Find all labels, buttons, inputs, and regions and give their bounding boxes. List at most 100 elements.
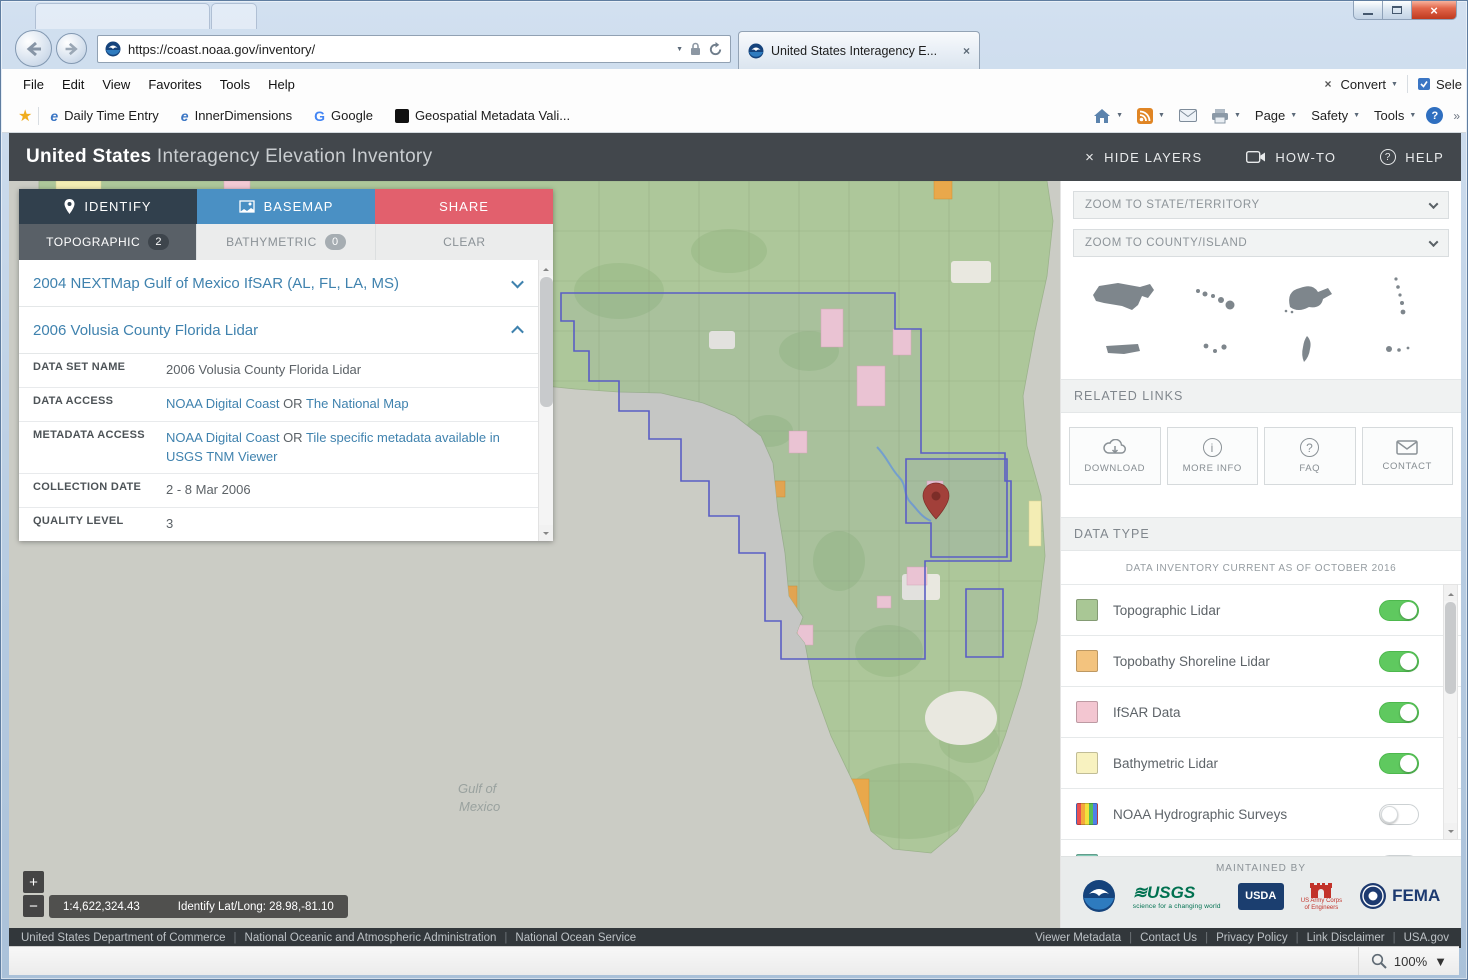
menu-edit[interactable]: Edit — [53, 72, 93, 97]
faq-button[interactable]: ? FAQ — [1264, 427, 1356, 485]
home-button[interactable]: ▼ — [1089, 108, 1127, 124]
legend-toggle[interactable] — [1379, 804, 1419, 825]
favorites-star-icon[interactable]: ★ — [12, 106, 38, 126]
help-icon: ? — [1380, 149, 1396, 165]
footer-link-commerce[interactable]: United States Department of Commerce — [21, 932, 226, 944]
tab-close-icon[interactable]: × — [963, 44, 970, 58]
usda-logo[interactable]: USDA — [1238, 883, 1284, 910]
territory-guam[interactable] — [1300, 335, 1314, 363]
noaa-digital-coast-metadata-link[interactable]: NOAA Digital Coast — [166, 430, 279, 445]
territory-northern-marianas[interactable] — [1390, 275, 1408, 319]
print-button[interactable]: ▼ — [1207, 108, 1245, 124]
noaa-digital-coast-link[interactable]: NOAA Digital Coast — [166, 396, 279, 411]
tab-share[interactable]: SHARE — [375, 189, 553, 224]
noaa-logo[interactable] — [1082, 879, 1116, 913]
subtab-bathymetric-label: BATHYMETRIC — [226, 235, 317, 249]
detail-value: NOAA Digital Coast OR Tile specific meta… — [164, 422, 538, 474]
usace-logo[interactable]: US Army Corps of Engineers — [1301, 880, 1342, 912]
footer-link-nos[interactable]: National Ocean Service — [496, 932, 636, 944]
how-to-button[interactable]: HOW-TO — [1246, 150, 1336, 165]
footer-link-privacy-policy[interactable]: Privacy Policy — [1197, 932, 1288, 944]
maximize-button[interactable] — [1383, 1, 1411, 20]
hide-layers-button[interactable]: × HIDE LAYERS — [1085, 149, 1202, 166]
minimize-button[interactable] — [1353, 1, 1383, 20]
fema-logo[interactable]: FEMA — [1359, 882, 1440, 910]
menu-favorites[interactable]: Favorites — [139, 72, 210, 97]
select-button[interactable]: Sele — [1417, 77, 1462, 92]
favorite-google[interactable]: GGoogle — [303, 108, 384, 124]
close-button[interactable]: × — [1411, 1, 1457, 20]
legend-toggle[interactable] — [1379, 753, 1419, 774]
toolbar-close-icon[interactable]: × — [1324, 77, 1331, 91]
accordion-volusia-lidar[interactable]: 2006 Volusia County Florida Lidar — [19, 307, 538, 354]
favorite-daily-time-entry[interactable]: eDaily Time Entry — [39, 108, 169, 124]
scroll-up-icon[interactable] — [1444, 585, 1457, 601]
usgs-logo[interactable]: ≋USGS science for a changing world — [1133, 883, 1221, 910]
tab-basemap[interactable]: BASEMAP — [197, 189, 375, 224]
scroll-down-icon[interactable] — [1444, 823, 1457, 839]
forward-button[interactable] — [56, 33, 87, 64]
territory-us-virgin-islands[interactable] — [1201, 342, 1229, 356]
convert-button[interactable]: Convert▼ — [1341, 77, 1398, 92]
scroll-up-icon[interactable] — [539, 260, 553, 276]
refresh-icon[interactable] — [708, 42, 723, 57]
national-map-link[interactable]: The National Map — [306, 396, 409, 411]
menu-view[interactable]: View — [93, 72, 139, 97]
footer-link-usa-gov[interactable]: USA.gov — [1385, 932, 1449, 944]
tab-identify[interactable]: IDENTIFY — [19, 189, 197, 224]
contact-button[interactable]: CONTACT — [1362, 427, 1454, 485]
usace-text-line2: of Engineers — [1301, 905, 1342, 912]
download-button[interactable]: DOWNLOAD — [1069, 427, 1161, 485]
address-dropdown-icon[interactable]: ▼ — [676, 46, 683, 53]
map-zoom-out-button[interactable]: − — [23, 895, 44, 917]
map-zoom-in-button[interactable]: + — [23, 871, 44, 893]
legend-toggle[interactable] — [1379, 600, 1419, 621]
menu-tools[interactable]: Tools — [211, 72, 259, 97]
browser-tab[interactable]: United States Interagency E... × — [738, 31, 980, 69]
footer-link-link-disclaimer[interactable]: Link Disclaimer — [1288, 932, 1385, 944]
results-scrollbar[interactable] — [538, 260, 553, 541]
overflow-chevron-icon[interactable]: » — [1449, 109, 1464, 123]
menu-file[interactable]: File — [14, 72, 53, 97]
accordion-nextmap-gulf[interactable]: 2004 NEXTMap Gulf of Mexico IfSAR (AL, F… — [19, 260, 538, 307]
more-info-button[interactable]: i MORE INFO — [1167, 427, 1259, 485]
favorite-geospatial-metadata[interactable]: Geospatial Metadata Vali... — [384, 108, 581, 123]
legend-scrollbar[interactable] — [1443, 584, 1458, 840]
scrollbar-thumb[interactable] — [1445, 602, 1456, 694]
subtab-clear[interactable]: CLEAR — [376, 224, 553, 260]
zoom-to-state-dropdown[interactable]: ZOOM TO STATE/TERRITORY — [1073, 191, 1449, 219]
legend-swatch — [1076, 599, 1098, 621]
feeds-button[interactable]: ▼ — [1133, 108, 1169, 124]
scroll-down-icon[interactable] — [539, 525, 553, 541]
address-bar[interactable]: https://coast.noaa.gov/inventory/ ▼ — [97, 35, 731, 63]
favorite-innerdimensions[interactable]: eInnerDimensions — [170, 108, 303, 124]
help-button[interactable]: ? HELP — [1380, 149, 1444, 165]
territory-hawaii[interactable] — [1194, 283, 1236, 311]
back-button[interactable] — [15, 30, 52, 67]
separator — [1407, 75, 1408, 93]
mail-button[interactable] — [1175, 109, 1201, 122]
caret-icon: ▼ — [1234, 112, 1241, 119]
tools-menu-button[interactable]: Tools▼ — [1370, 108, 1420, 123]
safety-menu-button[interactable]: Safety▼ — [1307, 108, 1364, 123]
scrollbar-thumb[interactable] — [540, 277, 553, 407]
url-text: https://coast.noaa.gov/inventory/ — [128, 42, 669, 57]
legend-toggle[interactable] — [1379, 651, 1419, 672]
territory-conus[interactable] — [1090, 279, 1156, 315]
zoom-level-button[interactable]: 100% ▼ — [1358, 947, 1447, 975]
footer-link-viewer-metadata[interactable]: Viewer Metadata — [1035, 932, 1121, 944]
inventory-current-note: DATA INVENTORY CURRENT AS OF OCTOBER 201… — [1061, 551, 1461, 584]
ie-help-button[interactable]: ? — [1426, 107, 1443, 124]
legend-toggle[interactable] — [1379, 702, 1419, 723]
footer-link-noaa[interactable]: National Oceanic and Atmospheric Adminis… — [226, 932, 497, 944]
territory-american-samoa[interactable] — [1384, 343, 1414, 355]
zoom-to-county-dropdown[interactable]: ZOOM TO COUNTY/ISLAND — [1073, 229, 1449, 257]
territory-puerto-rico[interactable] — [1104, 341, 1142, 357]
menu-help[interactable]: Help — [259, 72, 304, 97]
subtab-bathymetric[interactable]: BATHYMETRIC 0 — [197, 224, 375, 260]
footer-link-contact-us[interactable]: Contact Us — [1121, 932, 1197, 944]
page-menu-button[interactable]: Page▼ — [1251, 108, 1301, 123]
territory-alaska[interactable] — [1280, 279, 1334, 315]
territory-shortcuts — [1061, 257, 1461, 373]
subtab-topographic[interactable]: TOPOGRAPHIC 2 — [19, 224, 197, 260]
